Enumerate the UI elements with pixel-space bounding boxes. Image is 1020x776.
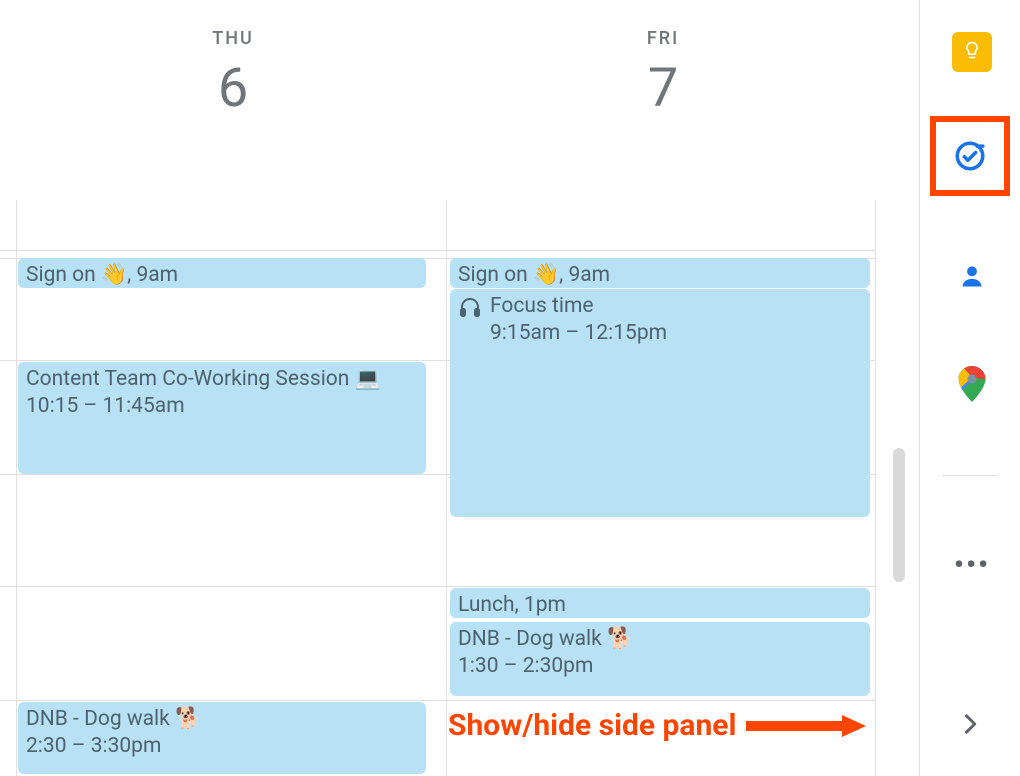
hour-line xyxy=(0,700,876,701)
hour-line xyxy=(0,250,876,251)
contacts-icon xyxy=(958,262,986,294)
annotation-show-hide: Show/hide side panel xyxy=(448,708,866,743)
event-dog-walk-fri[interactable]: DNB - Dog walk 🐕 1:30 – 2:30pm xyxy=(450,622,870,696)
annotation-arrow-icon xyxy=(746,715,866,737)
event-focus-time[interactable]: Focus time 9:15am – 12:15pm xyxy=(450,289,870,517)
column-separator xyxy=(446,200,447,776)
day-of-week-label: FRI xyxy=(448,28,878,49)
maps-button[interactable] xyxy=(952,366,992,406)
contacts-button[interactable] xyxy=(952,258,992,298)
day-number: 7 xyxy=(448,57,878,120)
event-time: 10:15 – 11:45am xyxy=(26,393,418,420)
event-title: DNB - Dog walk 🐕 xyxy=(26,706,418,733)
column-border xyxy=(875,200,876,776)
event-time: 1:30 – 2:30pm xyxy=(458,653,862,680)
scrollbar-thumb[interactable] xyxy=(893,448,905,582)
event-time: 2:30 – 3:30pm xyxy=(26,733,418,760)
annotation-text: Show/hide side panel xyxy=(448,708,736,743)
event-sign-on-fri[interactable]: Sign on 👋, 9am xyxy=(450,258,870,288)
maps-pin-icon xyxy=(958,366,986,406)
chevron-right-icon xyxy=(956,723,984,742)
day-header-thu[interactable]: THU 6 xyxy=(18,28,448,120)
event-time: 9:15am – 12:15pm xyxy=(490,320,862,347)
event-title: Lunch, 1pm xyxy=(458,593,566,617)
side-panel: ••• xyxy=(919,0,1020,776)
event-dog-walk-thu[interactable]: DNB - Dog walk 🐕 2:30 – 3:30pm xyxy=(18,702,426,774)
tasks-button-highlight xyxy=(930,116,1010,196)
event-sign-on-thu[interactable]: Sign on 👋, 9am xyxy=(18,258,426,288)
column-border xyxy=(16,200,17,776)
event-title: Sign on 👋, 9am xyxy=(26,263,178,287)
day-number: 6 xyxy=(18,57,448,120)
event-title: Focus time xyxy=(490,293,594,320)
hour-line xyxy=(0,586,876,587)
addons-button[interactable]: ••• xyxy=(952,544,992,584)
tasks-icon xyxy=(953,139,987,173)
keep-icon xyxy=(962,40,982,64)
headphones-icon xyxy=(458,295,482,319)
toggle-side-panel-button[interactable] xyxy=(956,710,984,742)
calendar-grid[interactable]: THU 6 FRI 7 Sign on 👋, 9am Content Team … xyxy=(0,0,920,776)
event-title: Sign on 👋, 9am xyxy=(458,263,610,287)
event-title: Content Team Co-Working Session 💻 xyxy=(26,366,418,393)
side-divider xyxy=(942,475,998,476)
event-coworking[interactable]: Content Team Co-Working Session 💻 10:15 … xyxy=(18,362,426,474)
event-lunch[interactable]: Lunch, 1pm xyxy=(450,588,870,618)
tasks-button[interactable] xyxy=(953,139,987,173)
more-dots-icon: ••• xyxy=(954,548,990,581)
event-title: DNB - Dog walk 🐕 xyxy=(458,626,862,653)
day-of-week-label: THU xyxy=(18,28,448,49)
keep-button[interactable] xyxy=(952,32,992,72)
day-header-fri[interactable]: FRI 7 xyxy=(448,28,878,120)
